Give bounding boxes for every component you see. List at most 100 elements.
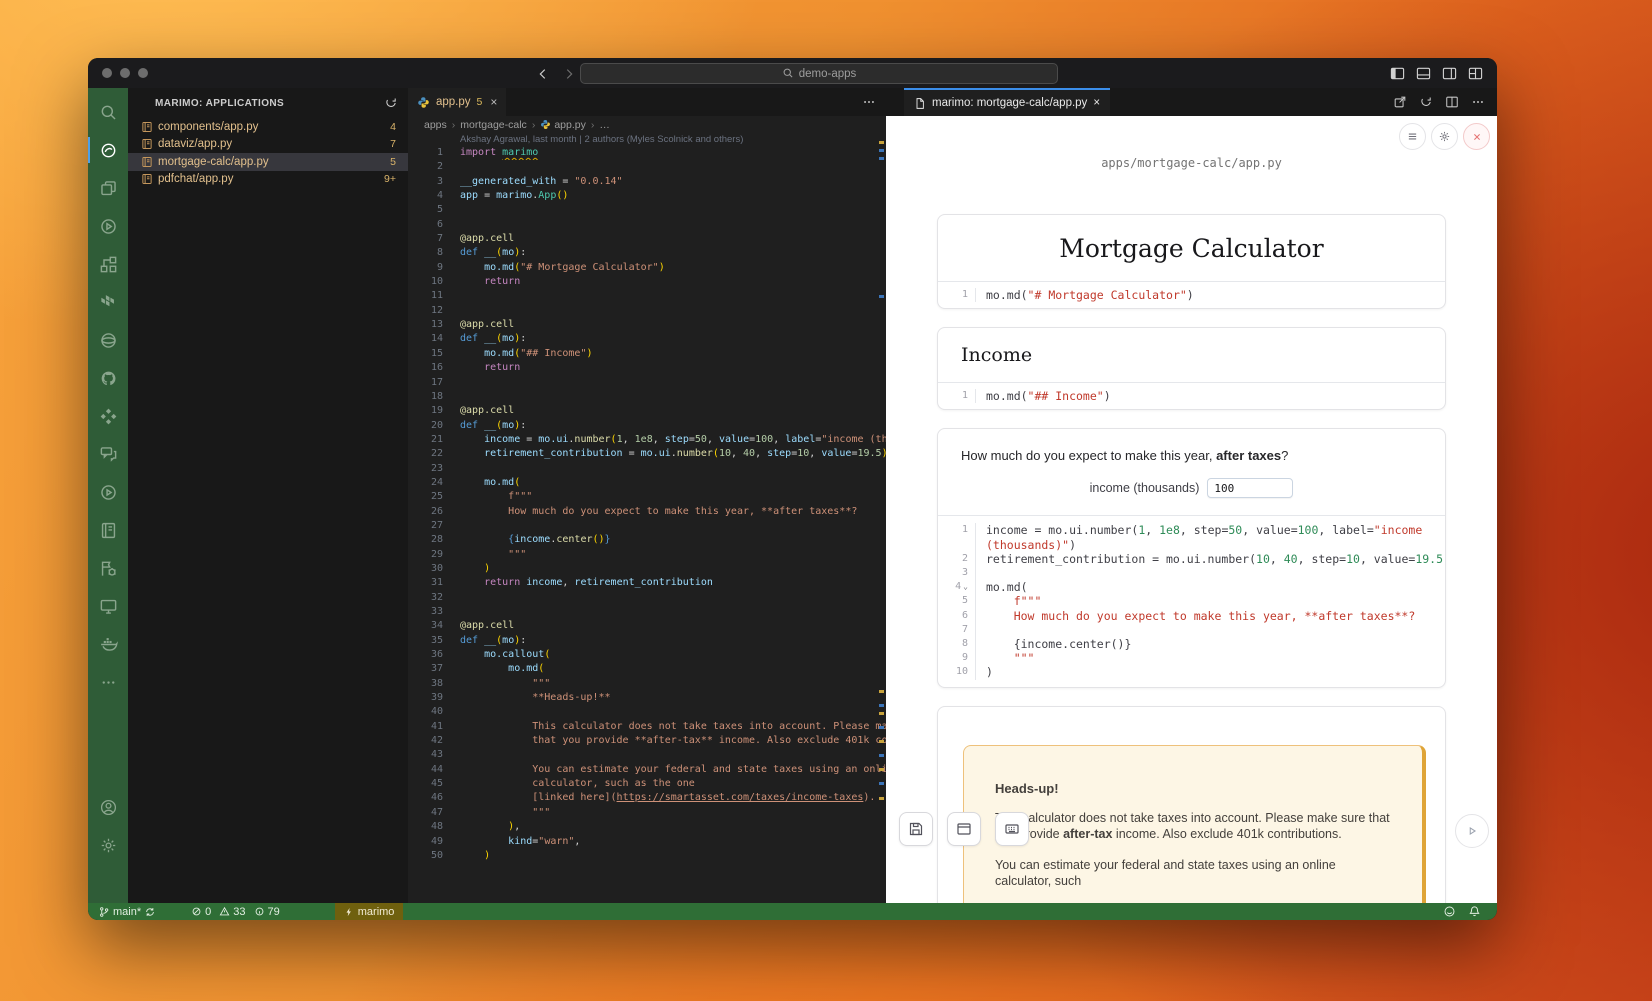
desktop-wallpaper: demo-apps MARIMO: APPLICATIONS comp xyxy=(0,0,1652,1001)
income-number-input[interactable] xyxy=(1207,478,1293,498)
code-line: 15 mo.md("## Income") xyxy=(408,347,886,361)
breadcrumb-item[interactable]: app.py xyxy=(540,119,586,131)
more-actions-icon[interactable] xyxy=(1471,93,1485,111)
section-heading: Income xyxy=(938,328,1445,382)
code-line: 39 **Heads-up!** xyxy=(408,691,886,705)
code-line: 48 ), xyxy=(408,820,886,834)
close-tab-icon[interactable]: × xyxy=(490,95,497,109)
run-debug-icon[interactable] xyxy=(88,207,128,245)
git-branch-status[interactable]: main* xyxy=(98,906,156,918)
globe-icon[interactable] xyxy=(88,321,128,359)
app-code-line: 9 """ xyxy=(938,651,1445,665)
symbols-icon[interactable] xyxy=(88,245,128,283)
diamonds-icon[interactable] xyxy=(88,397,128,435)
code-line: 29 """ xyxy=(408,548,886,562)
save-button[interactable] xyxy=(899,812,933,846)
forward-icon[interactable] xyxy=(562,65,576,83)
marimo-extension-status[interactable]: marimo xyxy=(335,903,404,920)
back-icon[interactable] xyxy=(536,65,550,83)
minimize-window-button[interactable] xyxy=(120,68,130,78)
cell-card-callout: Heads-up! This calculator does not take … xyxy=(937,706,1446,903)
python-icon xyxy=(417,96,430,109)
sidebar-item[interactable]: components/app.py4 xyxy=(128,118,408,136)
code-line: 9 mo.md("# Mortgage Calculator") xyxy=(408,261,886,275)
notebook-icon[interactable] xyxy=(88,511,128,549)
app-code-line: 1income = mo.ui.number(1, 1e8, step=50, … xyxy=(938,523,1445,537)
remote-explorer-icon[interactable] xyxy=(88,587,128,625)
breadcrumb-item[interactable]: mortgage-calc xyxy=(460,119,527,131)
app-code-line: 3 xyxy=(938,566,1445,580)
problems-status[interactable]: 0 33 79 xyxy=(191,906,280,918)
feedback-smiley-icon[interactable] xyxy=(1443,905,1456,918)
code-line: 30 ) xyxy=(408,562,886,576)
code-line: 18 xyxy=(408,390,886,404)
git-blame-lens[interactable]: Akshay Agrawal, last month | 2 authors (… xyxy=(460,134,886,146)
sidebar-marimo-explorer: MARIMO: APPLICATIONS components/app.py4d… xyxy=(128,88,409,903)
terraform-icon[interactable] xyxy=(88,283,128,321)
search-icon[interactable] xyxy=(88,93,128,131)
more-icon[interactable] xyxy=(88,663,128,701)
refresh-icon[interactable] xyxy=(1419,93,1433,111)
tab-app-py[interactable]: app.py 5 × xyxy=(408,88,506,116)
run-cell-button[interactable] xyxy=(1455,814,1489,848)
split-editor-icon[interactable] xyxy=(1445,93,1459,111)
refresh-icon[interactable] xyxy=(384,96,398,110)
status-bar: main* 0 33 79 marimo xyxy=(88,903,1497,920)
callout-paragraph: This calculator does not take taxes into… xyxy=(995,810,1391,843)
account-icon[interactable] xyxy=(88,788,128,826)
shutdown-close-icon[interactable] xyxy=(1463,123,1490,150)
problem-count-badge: 5 xyxy=(390,156,396,168)
toggle-secondary-sidebar-icon[interactable] xyxy=(1442,65,1457,83)
open-external-icon[interactable] xyxy=(1393,93,1407,111)
code-line: 19@app.cell xyxy=(408,404,886,418)
code-line: 35def __(mo): xyxy=(408,634,886,648)
close-tab-icon[interactable]: × xyxy=(1093,97,1100,109)
toggle-sidebar-icon[interactable] xyxy=(1390,65,1405,83)
zoom-window-button[interactable] xyxy=(138,68,148,78)
code-line: 3__generated_with = "0.0.14" xyxy=(408,175,886,189)
code-line: 45 calculator, such as the one xyxy=(408,777,886,791)
menu-icon[interactable] xyxy=(1399,123,1426,150)
breadcrumb-item[interactable]: … xyxy=(599,119,610,131)
code-line: 14def __(mo): xyxy=(408,332,886,346)
editor-group-preview: marimo: mortgage-calc/app.py × apps/mort… xyxy=(886,88,1497,903)
marimo-icon[interactable] xyxy=(88,131,128,169)
code-line: 26 How much do you expect to make this y… xyxy=(408,505,886,519)
sidebar-item[interactable]: mortgage-calc/app.py5 xyxy=(128,153,408,171)
command-center-search[interactable]: demo-apps xyxy=(580,63,1058,84)
tab-marimo-preview[interactable]: marimo: mortgage-calc/app.py × xyxy=(904,88,1110,116)
info-icon xyxy=(254,906,265,917)
code-line: 27 xyxy=(408,519,886,533)
callout-title: Heads-up! xyxy=(995,781,1391,796)
code-editor[interactable]: Akshay Agrawal, last month | 2 authors (… xyxy=(408,133,886,903)
app-settings-gear-icon[interactable] xyxy=(1431,123,1458,150)
copy-files-icon[interactable] xyxy=(88,169,128,207)
history-nav xyxy=(536,65,576,83)
sidebar-item[interactable]: dataviz/app.py7 xyxy=(128,136,408,154)
code-line: 43 xyxy=(408,748,886,762)
code-line: 12 xyxy=(408,304,886,318)
code-line: 17 xyxy=(408,376,886,390)
play-circle-icon[interactable] xyxy=(88,473,128,511)
code-line: 11 xyxy=(408,289,886,303)
notifications-bell-icon[interactable] xyxy=(1468,905,1481,918)
app-code-line: 1mo.md("# Mortgage Calculator") xyxy=(938,288,1445,302)
open-app-window-button[interactable] xyxy=(947,812,981,846)
sidebar-item[interactable]: pdfchat/app.py9+ xyxy=(128,171,408,189)
file-icon xyxy=(914,97,926,110)
breadcrumb-item[interactable]: apps xyxy=(424,119,447,131)
toggle-panel-icon[interactable] xyxy=(1416,65,1431,83)
code-line: 32 xyxy=(408,591,886,605)
docker-icon[interactable] xyxy=(88,625,128,663)
settings-gear-icon[interactable] xyxy=(88,826,128,864)
app-code-line: (thousands)") xyxy=(938,538,1445,552)
github-icon[interactable] xyxy=(88,359,128,397)
close-window-button[interactable] xyxy=(102,68,112,78)
code-line: 16 return xyxy=(408,361,886,375)
breadcrumb[interactable]: apps›mortgage-calc›app.py›… xyxy=(408,116,886,133)
comments-icon[interactable] xyxy=(88,435,128,473)
test-flag-icon[interactable] xyxy=(88,549,128,587)
code-line: 36 mo.callout( xyxy=(408,648,886,662)
keyboard-shortcuts-button[interactable] xyxy=(995,812,1029,846)
customize-layout-icon[interactable] xyxy=(1468,65,1483,83)
